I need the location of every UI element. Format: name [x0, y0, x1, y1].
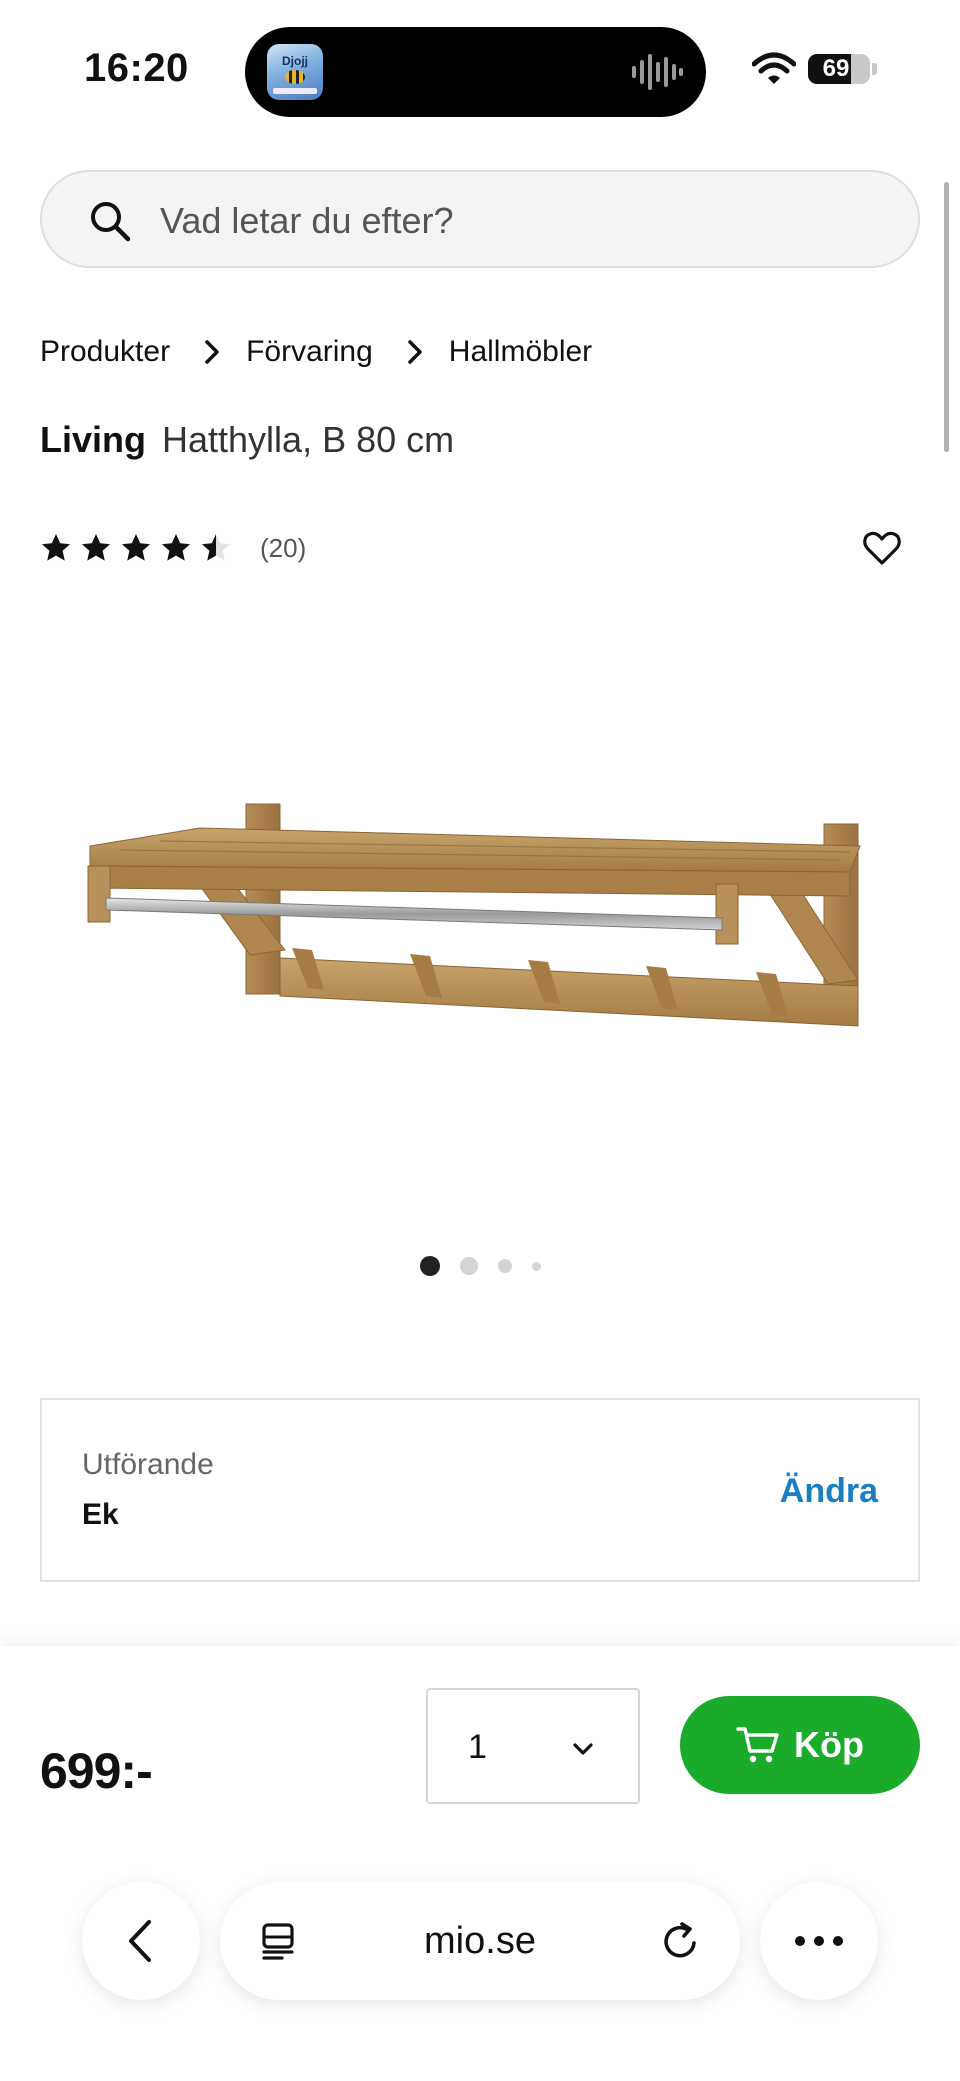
browser-toolbar: mio.se: [0, 1870, 960, 2020]
variant-value: Ek: [82, 1498, 119, 1531]
more-dots-icon: [795, 1936, 843, 1946]
carousel-dot[interactable]: [419, 1256, 440, 1276]
review-count[interactable]: (20): [260, 533, 306, 564]
variant-selector[interactable]: Utförande Ek Ändra: [40, 1398, 920, 1582]
star-icon: [82, 534, 110, 561]
star-icon: [202, 534, 230, 561]
heart-icon[interactable]: [862, 528, 902, 568]
search-input[interactable]: Vad letar du efter?: [40, 170, 920, 268]
star-icon: [162, 534, 190, 561]
dynamic-island[interactable]: Djojj: [245, 27, 706, 117]
search-icon: [91, 202, 131, 242]
carousel-dot[interactable]: [459, 1257, 478, 1275]
more-button[interactable]: [760, 1882, 878, 2000]
quantity-select[interactable]: 1: [426, 1688, 640, 1804]
app-banner: [273, 88, 317, 94]
breadcrumb-item-forvaring[interactable]: Förvaring: [246, 335, 373, 369]
product-title: Living Hatthylla, B 80 cm: [40, 416, 454, 464]
carousel-dot[interactable]: [531, 1261, 541, 1271]
audio-wave-icon: [632, 54, 683, 90]
product-brand[interactable]: Living: [40, 419, 146, 460]
search-placeholder: Vad letar du efter?: [160, 200, 454, 241]
chevron-down-icon: [573, 1743, 593, 1755]
change-variant-link[interactable]: Ändra: [780, 1472, 878, 1511]
chevron-right-icon: [393, 337, 437, 367]
back-button[interactable]: [82, 1882, 200, 2000]
battery-icon: 69: [808, 54, 870, 84]
carousel-dots: [0, 1254, 960, 1278]
star-icon: [122, 534, 150, 561]
product-name: Hatthylla, B 80 cm: [162, 419, 455, 460]
breadcrumb-item-hallmobler[interactable]: Hallmöbler: [449, 335, 592, 369]
quantity-value: 1: [468, 1728, 487, 1766]
chevron-left-icon: [129, 1920, 151, 1962]
coat-rack-image[interactable]: [80, 790, 880, 1040]
scrollbar-thumb[interactable]: [944, 182, 949, 452]
rating-stars: [40, 532, 240, 564]
status-bar: 16:20 Djojj 69: [0, 0, 960, 140]
battery-cap: [872, 63, 877, 75]
djojj-app-icon[interactable]: Djojj: [267, 44, 323, 100]
buy-button[interactable]: Köp: [680, 1696, 920, 1794]
product-rating[interactable]: (20): [40, 528, 306, 568]
wifi-icon: [752, 52, 796, 84]
breadcrumb: Produkter Förvaring Hallmöbler: [40, 330, 592, 374]
chevron-right-icon: [190, 337, 234, 367]
carousel-dot[interactable]: [497, 1259, 512, 1273]
cart-icon: [736, 1727, 779, 1763]
buy-label: Köp: [794, 1724, 864, 1765]
address-bar[interactable]: mio.se: [220, 1882, 740, 2000]
battery-percentage: 69: [822, 55, 850, 82]
app-name: Djojj: [282, 54, 308, 68]
breadcrumb-item-produkter[interactable]: Produkter: [40, 335, 170, 369]
product-price: 699:-: [40, 1743, 153, 1799]
status-indicators: 69: [752, 48, 882, 92]
reload-icon[interactable]: [660, 1920, 702, 1962]
bee-icon: [285, 70, 305, 84]
variant-label: Utförande: [82, 1448, 214, 1481]
status-time: 16:20: [84, 46, 189, 90]
star-icon: [42, 534, 70, 561]
